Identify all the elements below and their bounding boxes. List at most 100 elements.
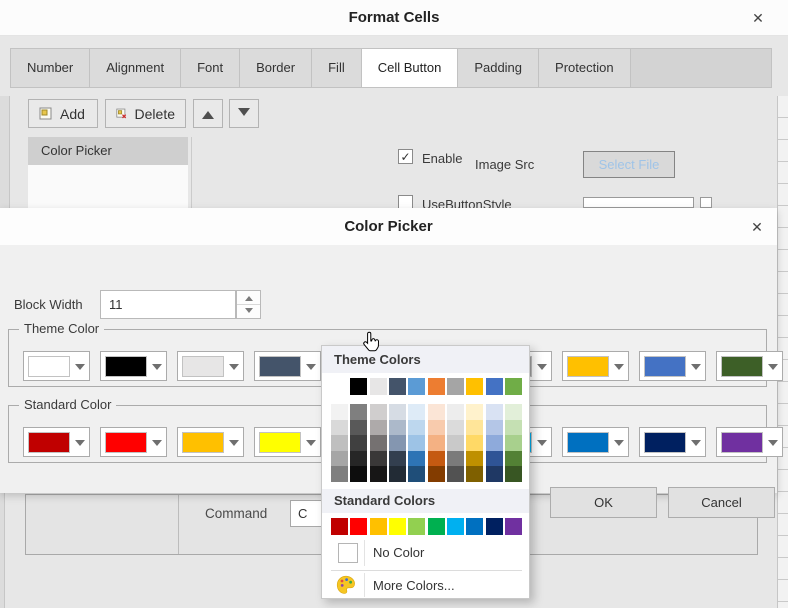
color-swatch[interactable]	[505, 378, 522, 395]
tab[interactable]: Border	[240, 49, 312, 87]
block-width-input[interactable]	[100, 290, 236, 319]
color-swatch[interactable]	[447, 518, 464, 535]
delete-button[interactable]: Delete	[105, 99, 186, 128]
color-variant-swatch[interactable]	[486, 435, 503, 451]
color-swatch[interactable]	[428, 378, 445, 395]
color-variant-swatch[interactable]	[370, 435, 387, 451]
color-variant-swatch[interactable]	[350, 404, 367, 420]
color-dropdown[interactable]	[23, 427, 90, 457]
chevron-down-icon[interactable]	[609, 434, 628, 451]
cancel-button[interactable]: Cancel	[668, 487, 775, 518]
color-variant-swatch[interactable]	[370, 466, 387, 482]
color-swatch[interactable]	[370, 518, 387, 535]
color-dropdown[interactable]	[254, 351, 321, 381]
more-colors-item[interactable]: More Colors...	[322, 573, 529, 599]
color-variant-swatch[interactable]	[408, 466, 425, 482]
color-variant-swatch[interactable]	[466, 466, 483, 482]
chevron-down-icon[interactable]	[763, 358, 782, 375]
color-variant-swatch[interactable]	[408, 404, 425, 420]
color-dropdown[interactable]	[100, 351, 167, 381]
tab[interactable]: Padding	[458, 49, 539, 87]
color-dropdown[interactable]	[716, 427, 783, 457]
chevron-down-icon[interactable]	[224, 358, 243, 375]
color-variant-swatch[interactable]	[350, 435, 367, 451]
color-variant-swatch[interactable]	[370, 404, 387, 420]
color-variant-swatch[interactable]	[389, 404, 406, 420]
enable-checkbox[interactable]: ✓	[398, 149, 413, 164]
color-variant-swatch[interactable]	[331, 435, 348, 451]
chevron-down-icon[interactable]	[686, 358, 705, 375]
chevron-down-icon[interactable]	[532, 434, 551, 451]
partial-button[interactable]	[700, 197, 712, 208]
color-variant-swatch[interactable]	[408, 451, 425, 467]
color-dropdown[interactable]	[254, 427, 321, 457]
color-swatch[interactable]	[331, 378, 348, 395]
select-file-button[interactable]: Select File	[583, 151, 675, 178]
color-variant-swatch[interactable]	[350, 420, 367, 436]
chevron-down-icon[interactable]	[301, 434, 320, 451]
add-button[interactable]: Add	[28, 99, 98, 128]
color-variant-swatch[interactable]	[408, 435, 425, 451]
color-variant-swatch[interactable]	[389, 451, 406, 467]
color-dropdown[interactable]	[100, 427, 167, 457]
color-variant-swatch[interactable]	[505, 451, 522, 467]
color-variant-swatch[interactable]	[505, 466, 522, 482]
chevron-down-icon[interactable]	[147, 434, 166, 451]
stepper-up[interactable]	[237, 291, 260, 305]
color-variant-swatch[interactable]	[466, 435, 483, 451]
color-variant-swatch[interactable]	[331, 451, 348, 467]
color-swatch[interactable]	[350, 518, 367, 535]
stepper-down[interactable]	[237, 305, 260, 318]
color-variant-swatch[interactable]	[447, 466, 464, 482]
color-variant-swatch[interactable]	[389, 466, 406, 482]
color-variant-swatch[interactable]	[331, 466, 348, 482]
color-swatch[interactable]	[428, 518, 445, 535]
color-variant-swatch[interactable]	[447, 435, 464, 451]
color-swatch[interactable]	[350, 378, 367, 395]
chevron-down-icon[interactable]	[147, 358, 166, 375]
tab[interactable]: Cell Button	[362, 49, 459, 87]
color-variant-swatch[interactable]	[331, 404, 348, 420]
color-dropdown[interactable]	[639, 351, 706, 381]
color-swatch[interactable]	[331, 518, 348, 535]
tab[interactable]: Alignment	[90, 49, 181, 87]
tab[interactable]: Number	[11, 49, 90, 87]
color-dropdown[interactable]	[562, 427, 629, 457]
color-variant-swatch[interactable]	[447, 451, 464, 467]
tab[interactable]: Font	[181, 49, 240, 87]
tab[interactable]: Fill	[312, 49, 362, 87]
color-variant-swatch[interactable]	[505, 435, 522, 451]
tab[interactable]: Protection	[539, 49, 631, 87]
color-dropdown[interactable]	[177, 351, 244, 381]
color-variant-swatch[interactable]	[428, 420, 445, 436]
color-variant-swatch[interactable]	[466, 404, 483, 420]
color-variant-swatch[interactable]	[428, 451, 445, 467]
color-variant-swatch[interactable]	[428, 466, 445, 482]
color-variant-swatch[interactable]	[486, 420, 503, 436]
ok-button[interactable]: OK	[550, 487, 657, 518]
block-width-stepper[interactable]	[236, 290, 261, 319]
color-variant-swatch[interactable]	[447, 404, 464, 420]
partial-input[interactable]	[583, 197, 694, 208]
color-variant-swatch[interactable]	[370, 420, 387, 436]
move-down-button[interactable]	[229, 99, 259, 128]
chevron-down-icon[interactable]	[763, 434, 782, 451]
color-swatch[interactable]	[389, 518, 406, 535]
color-dropdown[interactable]	[716, 351, 783, 381]
color-variant-swatch[interactable]	[428, 404, 445, 420]
chevron-down-icon[interactable]	[532, 358, 551, 375]
color-variant-swatch[interactable]	[466, 451, 483, 467]
color-variant-swatch[interactable]	[408, 420, 425, 436]
color-variant-swatch[interactable]	[486, 451, 503, 467]
move-up-button[interactable]	[193, 99, 223, 128]
no-color-item[interactable]: No Color	[322, 538, 529, 568]
chevron-down-icon[interactable]	[609, 358, 628, 375]
color-variant-swatch[interactable]	[505, 420, 522, 436]
color-variant-swatch[interactable]	[466, 420, 483, 436]
color-swatch[interactable]	[408, 518, 425, 535]
chevron-down-icon[interactable]	[70, 434, 89, 451]
color-variant-swatch[interactable]	[350, 451, 367, 467]
color-variant-swatch[interactable]	[370, 451, 387, 467]
color-variant-swatch[interactable]	[428, 435, 445, 451]
color-swatch[interactable]	[447, 378, 464, 395]
